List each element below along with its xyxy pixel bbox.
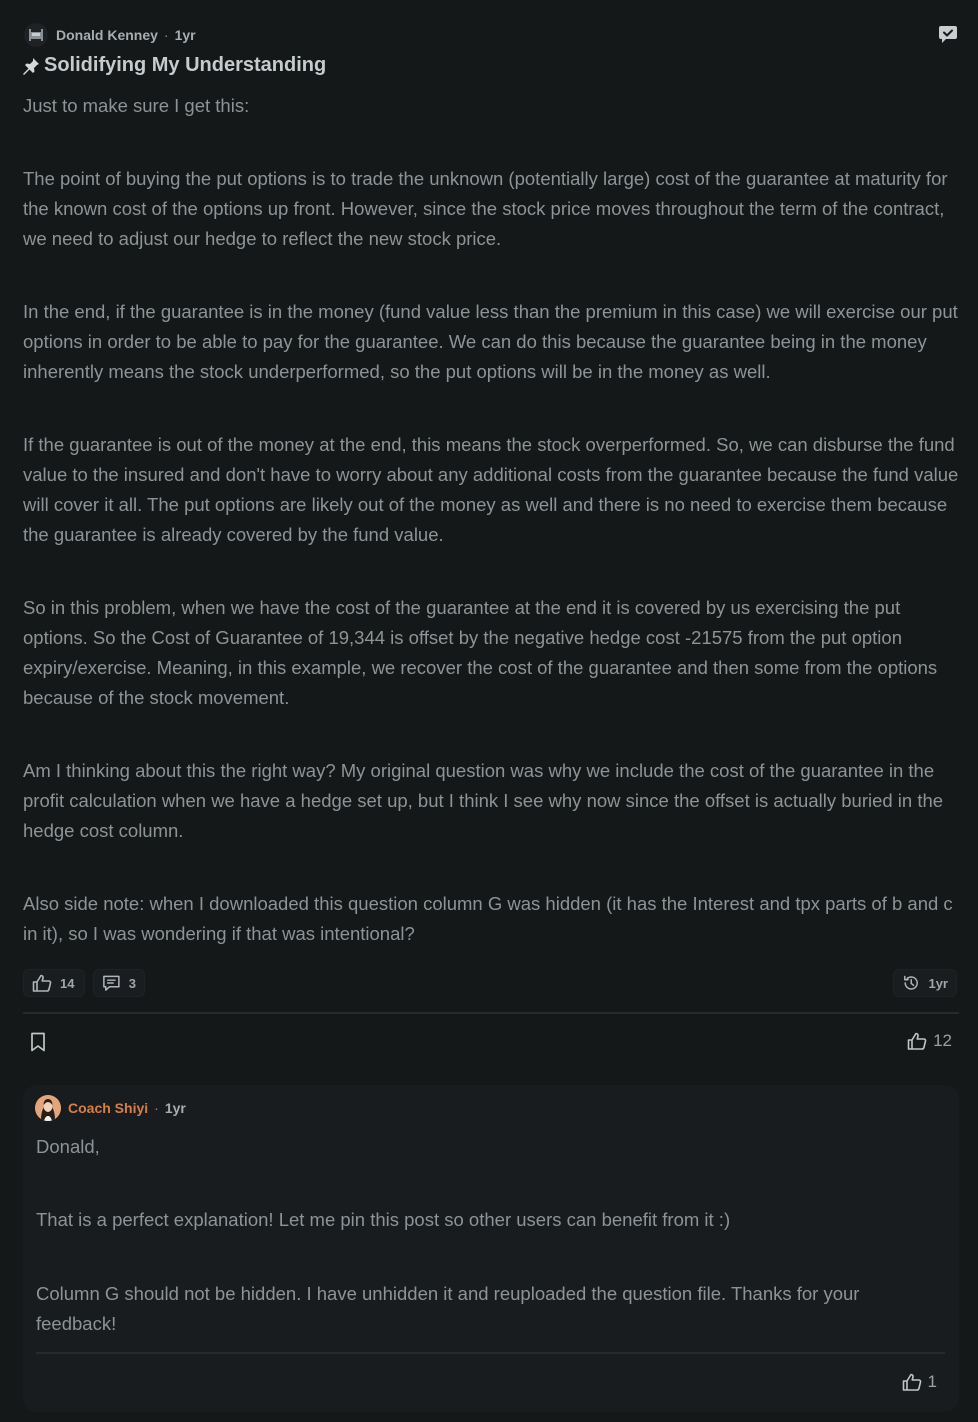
history-icon: [904, 975, 918, 990]
bookmark-icon[interactable]: [29, 1032, 47, 1052]
reply-author-name[interactable]: Coach Shiyi: [68, 1100, 148, 1116]
post-title-row: Solidifying My Understanding: [22, 54, 326, 77]
chat-check-icon[interactable]: [938, 24, 958, 44]
reply-time: 1yr: [164, 1100, 186, 1116]
coach-portrait-icon: [35, 1095, 61, 1121]
reply-like-count: 1: [927, 1372, 937, 1391]
post-author-row: Donald Kenney · 1yr: [24, 23, 196, 47]
reply-author-row: Coach Shiyi · 1yr: [35, 1095, 186, 1121]
post-footer-like-button[interactable]: 12: [907, 1031, 952, 1051]
comment-count-button[interactable]: 3: [93, 969, 145, 997]
thumbs-up-icon: [902, 1373, 921, 1391]
post-paragraph: Just to make sure I get this:: [23, 95, 250, 116]
divider: [36, 1352, 945, 1354]
post-time: 1yr: [174, 27, 196, 43]
bed-icon: [29, 29, 43, 41]
comment-icon: [103, 975, 120, 991]
pin-icon: [23, 57, 39, 75]
reply-paragraph: That is a perfect explanation! Let me pi…: [36, 1209, 731, 1231]
reply-paragraph: Donald,: [36, 1136, 100, 1157]
post-paragraph: So in this problem, when we have the cos…: [23, 597, 938, 708]
like-count-button[interactable]: 14: [23, 969, 85, 997]
reply-body: Donald, That is a perfect explanation! L…: [36, 1132, 916, 1338]
post-paragraph: If the guarantee is out of the money at …: [23, 434, 959, 545]
post-paragraph: Also side note: when I downloaded this q…: [23, 892, 953, 944]
history-time: 1yr: [928, 975, 948, 991]
separator-dot: ·: [163, 27, 169, 43]
comment-count: 3: [128, 975, 136, 991]
post-body: Just to make sure I get this: The point …: [23, 91, 963, 949]
post-title: Solidifying My Understanding: [44, 54, 327, 76]
reply-paragraph: Column G should not be hidden. I have un…: [36, 1282, 860, 1334]
footer-like-count: 12: [933, 1031, 952, 1050]
separator-dot: ·: [154, 1100, 159, 1116]
author-name[interactable]: Donald Kenney: [56, 27, 158, 43]
coach-avatar[interactable]: [35, 1095, 61, 1121]
thumbs-up-icon: [32, 974, 52, 992]
history-button[interactable]: 1yr: [893, 969, 957, 997]
reply-like-button[interactable]: 1: [902, 1372, 937, 1392]
reply-card: Coach Shiyi · 1yr Donald, That is a perf…: [23, 1085, 959, 1412]
post-paragraph: In the end, if the guarantee is in the m…: [23, 301, 958, 382]
post-paragraph: The point of buying the put options is t…: [23, 168, 948, 249]
divider: [23, 1012, 959, 1014]
post-card: Donald Kenney · 1yr Solidifying My Under…: [0, 0, 978, 1422]
post-paragraph: Am I thinking about this the right way? …: [23, 759, 944, 841]
like-count: 14: [60, 975, 75, 991]
avatar[interactable]: [24, 23, 48, 47]
thumbs-up-icon: [907, 1032, 927, 1050]
